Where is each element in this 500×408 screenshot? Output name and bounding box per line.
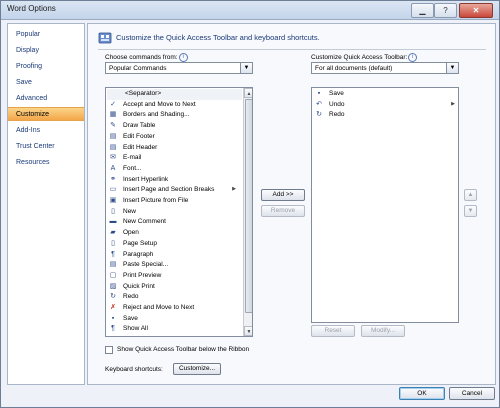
sidebar-item-display[interactable]: Display <box>8 44 84 58</box>
move-down-button[interactable]: ▼ <box>464 205 477 217</box>
choose-commands-value: Popular Commands <box>109 65 167 72</box>
paste-icon: ▤ <box>109 261 117 269</box>
redo-icon: ↻ <box>316 111 322 119</box>
save-icon: ▪ <box>111 314 115 322</box>
save-icon: ▪ <box>317 90 321 97</box>
submenu-arrow-icon: ▶ <box>232 186 236 193</box>
font-icon: A <box>110 164 116 172</box>
sidebar-item-advanced[interactable]: Advanced <box>8 92 84 106</box>
list-item[interactable]: <Separator> <box>107 89 242 100</box>
folder-open-icon: ▰ <box>110 229 116 237</box>
page-setup-icon: ▯ <box>111 239 115 247</box>
remove-button[interactable]: Remove <box>261 205 305 217</box>
customize-toolbar-label: Customize Quick Access Toolbar: i <box>311 53 418 62</box>
sidebar-item-proofing[interactable]: Proofing <box>8 60 84 74</box>
list-item[interactable]: ▭ Insert Page and Section Breaks ▶ <box>107 185 242 196</box>
ok-button[interactable]: OK <box>399 387 445 400</box>
info-icon: i <box>178 53 188 62</box>
move-up-icon: ▲ <box>467 192 474 198</box>
new-document-icon: ▯ <box>111 207 115 215</box>
toolbar-customize-icon <box>98 32 112 44</box>
sidebar-item-trust-center[interactable]: Trust Center <box>8 140 84 154</box>
sidebar: Popular Display Proofing Save Advanced C… <box>7 23 85 385</box>
scroll-down-icon[interactable]: ▼ <box>244 326 252 336</box>
word-options-dialog: Word Options ▁ ? ✕ Popular Display Proof… <box>0 0 500 408</box>
reset-button[interactable]: Reset <box>311 325 355 337</box>
minimize-icon: ▁ <box>419 6 426 15</box>
accept-next-icon: ✓ <box>110 100 116 108</box>
add-button[interactable]: Add >> <box>261 189 305 201</box>
page-break-icon: ▭ <box>109 186 117 194</box>
footer-icon: ▤ <box>109 132 117 140</box>
hyperlink-icon: ⚭ <box>110 175 116 183</box>
draw-table-icon: ✎ <box>110 122 116 130</box>
close-button[interactable]: ✕ <box>459 3 493 18</box>
comment-icon: ▬ <box>109 218 117 226</box>
commands-list[interactable]: <Separator> ✓ Accept and Move to Next ▦ Bo… <box>105 87 253 337</box>
sidebar-item-customize[interactable]: Customize <box>8 107 84 121</box>
reject-next-icon: ✗ <box>110 304 116 311</box>
show-below-ribbon-checkbox[interactable] <box>105 346 113 354</box>
header-icon: ▤ <box>109 143 117 151</box>
minimize-button[interactable]: ▁ <box>411 3 434 18</box>
header-divider <box>98 49 486 50</box>
sidebar-item-resources[interactable]: Resources <box>8 156 84 170</box>
sidebar-item-add-ins[interactable]: Add-Ins <box>8 124 84 138</box>
help-button[interactable]: ? <box>434 3 457 18</box>
paragraph-icon: ¶ <box>111 250 115 258</box>
show-below-ribbon-label: Show Quick Access Toolbar below the Ribb… <box>117 346 250 353</box>
sidebar-item-popular[interactable]: Popular <box>8 28 84 42</box>
close-icon: ✕ <box>472 6 480 15</box>
help-icon: ? <box>443 6 448 15</box>
chevron-down-icon[interactable]: ▼ <box>240 63 252 73</box>
redo-icon: ↻ <box>110 293 116 301</box>
toolbar-items-list[interactable]: ▪ Save ↶ Undo ▶ ↻ Redo <box>311 87 459 323</box>
customize-panel: Customize the Quick Access Toolbar and k… <box>87 23 496 385</box>
toolbar-scope-dropdown[interactable]: For all documents (default) ▼ <box>311 62 459 74</box>
info-icon: i <box>408 53 418 62</box>
email-icon: ✉ <box>110 154 116 162</box>
move-down-icon: ▼ <box>467 208 474 214</box>
list-item[interactable]: ↶ Undo ▶ <box>313 100 457 111</box>
modify-button[interactable]: Modify... <box>361 325 405 337</box>
sidebar-item-save[interactable]: Save <box>8 76 84 90</box>
borders-icon: ▦ <box>109 111 117 119</box>
scroll-up-icon[interactable]: ▲ <box>244 88 252 98</box>
keyboard-shortcuts-label: Keyboard shortcuts: <box>105 366 163 373</box>
cancel-button[interactable]: Cancel <box>449 387 495 400</box>
print-preview-icon: ▢ <box>109 271 117 279</box>
choose-commands-label: Choose commands from: i <box>105 53 188 62</box>
scroll-thumb[interactable] <box>245 99 252 313</box>
undo-icon: ↶ <box>316 100 322 108</box>
quick-print-icon: ▨ <box>109 282 117 290</box>
toolbar-scope-value: For all documents (default) <box>315 65 393 72</box>
choose-commands-dropdown[interactable]: Popular Commands ▼ <box>105 62 253 74</box>
panel-header: Customize the Quick Access Toolbar and k… <box>116 33 320 42</box>
move-up-button[interactable]: ▲ <box>464 189 477 201</box>
commands-scrollbar[interactable]: ▲ ▼ <box>243 88 252 336</box>
picture-icon: ▣ <box>109 197 117 204</box>
window-title: Word Options <box>7 4 56 13</box>
submenu-arrow-icon: ▶ <box>451 100 455 107</box>
title-bar: Word Options ▁ ? ✕ <box>1 1 499 20</box>
chevron-down-icon[interactable]: ▼ <box>446 63 458 73</box>
customize-shortcuts-button[interactable]: Customize... <box>173 363 221 375</box>
show-all-icon: ¶ <box>111 325 115 333</box>
